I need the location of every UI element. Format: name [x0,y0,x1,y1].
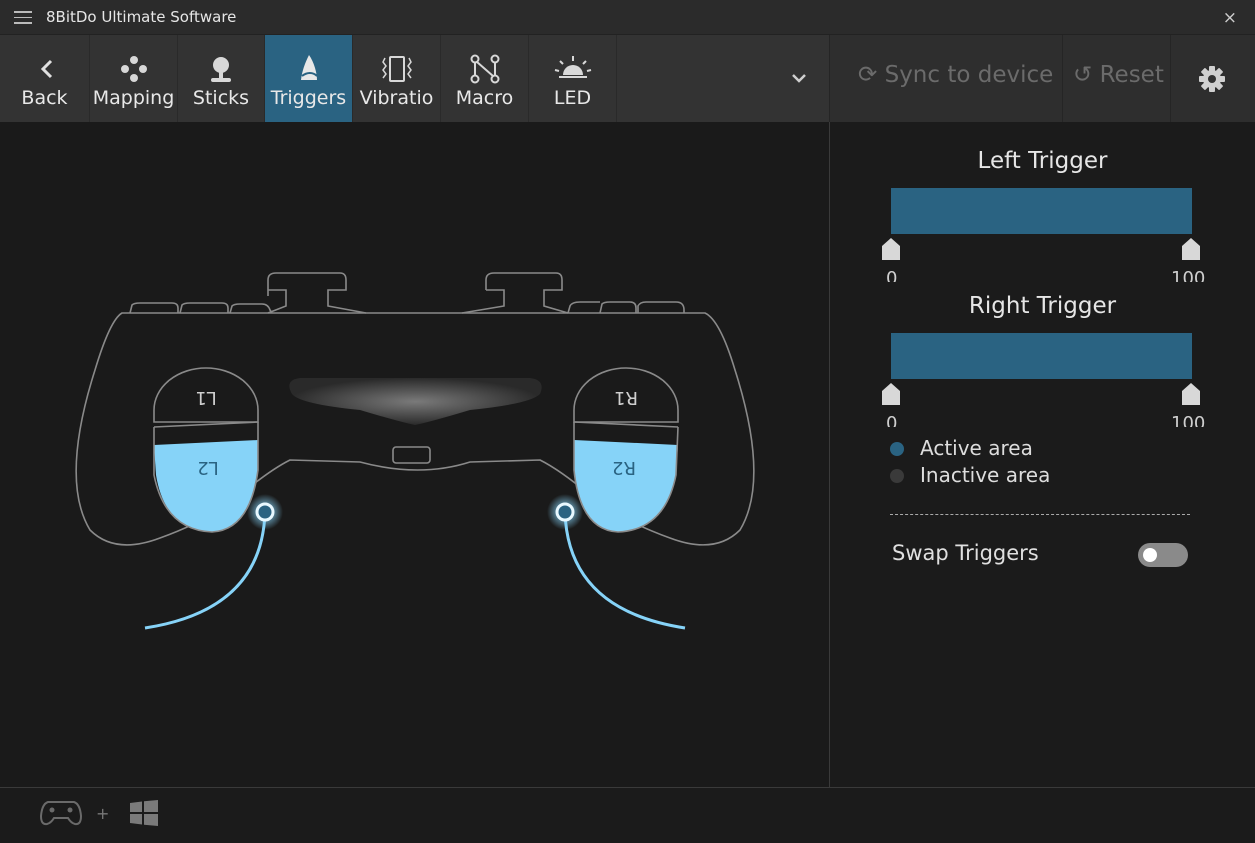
l1-label: L1 [195,387,216,408]
sync-icon: ⟳ [858,62,878,88]
dpad-icon [121,56,147,82]
tab-led[interactable]: LED [529,35,617,122]
tab-label-triggers: Triggers [270,87,347,109]
tab-label-back: Back [21,87,68,109]
undo-icon: ↺ [1073,62,1093,88]
right-trigger-max-label: 100 [1171,413,1206,427]
hamburger-menu-icon[interactable] [14,11,32,24]
toggle-knob [1143,548,1157,562]
legend-inactive-label: Inactive area [920,463,1051,487]
macro-icon [470,54,500,84]
swap-triggers-label: Swap Triggers [892,541,1039,565]
l2-anchor-dot [255,502,275,522]
r1-label: R1 [614,387,638,408]
left-trigger-max-handle[interactable] [1182,238,1200,260]
windows-icon [130,800,158,826]
trigger-settings-panel: Left Trigger 0 100 Right Trigger 0 100 A… [830,122,1255,787]
left-trigger-min-label: 0 [886,268,898,282]
controller-diagram: L1 L2 R1 R2 [75,272,755,630]
sync-to-device-button[interactable]: ⟳ Sync to device [858,62,1053,88]
swap-triggers-toggle[interactable] [1138,543,1188,567]
status-bar: + [0,787,1255,843]
tab-label-vibration: Vibratio [359,87,434,109]
plus-sign: + [96,804,110,823]
gear-icon[interactable] [1196,63,1228,95]
legend-inactive: Inactive area [890,463,1050,487]
tab-macro[interactable]: Macro [441,35,529,122]
legend-active-label: Active area [920,436,1033,460]
tab-vibration[interactable]: Vibratio [353,35,441,122]
tab-triggers[interactable]: Triggers [265,35,353,122]
l2-trigger-fill[interactable] [154,440,258,532]
title-bar: 8BitDo Ultimate Software × [0,0,1255,35]
r2-label: R2 [612,457,636,478]
left-trigger-range-bar[interactable] [891,188,1192,234]
section-divider [890,514,1190,515]
tab-mapping[interactable]: Mapping [90,35,178,122]
active-dot-icon [890,442,904,456]
chevron-left-icon [40,59,53,79]
tab-label-led: LED [553,87,592,109]
right-trigger-max-handle[interactable] [1182,383,1200,405]
led-icon [554,56,592,78]
back-button[interactable]: Back [0,35,90,122]
close-icon[interactable]: × [1223,8,1237,28]
legend-active: Active area [890,436,1033,460]
controller-canvas: L1 L2 R1 R2 [0,122,829,787]
l2-label: L2 [197,457,218,478]
trigger-icon [301,55,318,80]
right-trigger-min-handle[interactable] [882,383,900,405]
left-trigger-min-handle[interactable] [882,238,900,260]
tab-label-sticks: Sticks [192,87,250,109]
left-trigger-title: Left Trigger [977,148,1108,174]
right-trigger-range-bar[interactable] [891,333,1192,379]
r2-anchor-dot [555,502,575,522]
joystick-icon [211,57,231,82]
reset-label: Reset [1099,62,1164,88]
tab-sticks[interactable]: Sticks [178,35,265,122]
app-title: 8BitDo Ultimate Software [46,8,237,26]
reset-button[interactable]: ↺ Reset [1073,62,1164,88]
tab-label-mapping: Mapping [92,87,175,109]
left-trigger-max-label: 100 [1171,268,1206,282]
chevron-down-icon[interactable] [788,67,810,89]
light-bar [289,378,542,425]
sync-label: Sync to device [884,62,1054,88]
right-trigger-min-label: 0 [886,413,898,427]
tab-label-macro: Macro [455,87,514,109]
gamepad-icon [40,801,82,826]
right-trigger-title: Right Trigger [968,293,1117,319]
vibration-icon [382,56,412,82]
toolbar: Back Mapping Sticks Triggers Vibratio Ma… [0,35,1255,122]
inactive-dot-icon [890,469,904,483]
